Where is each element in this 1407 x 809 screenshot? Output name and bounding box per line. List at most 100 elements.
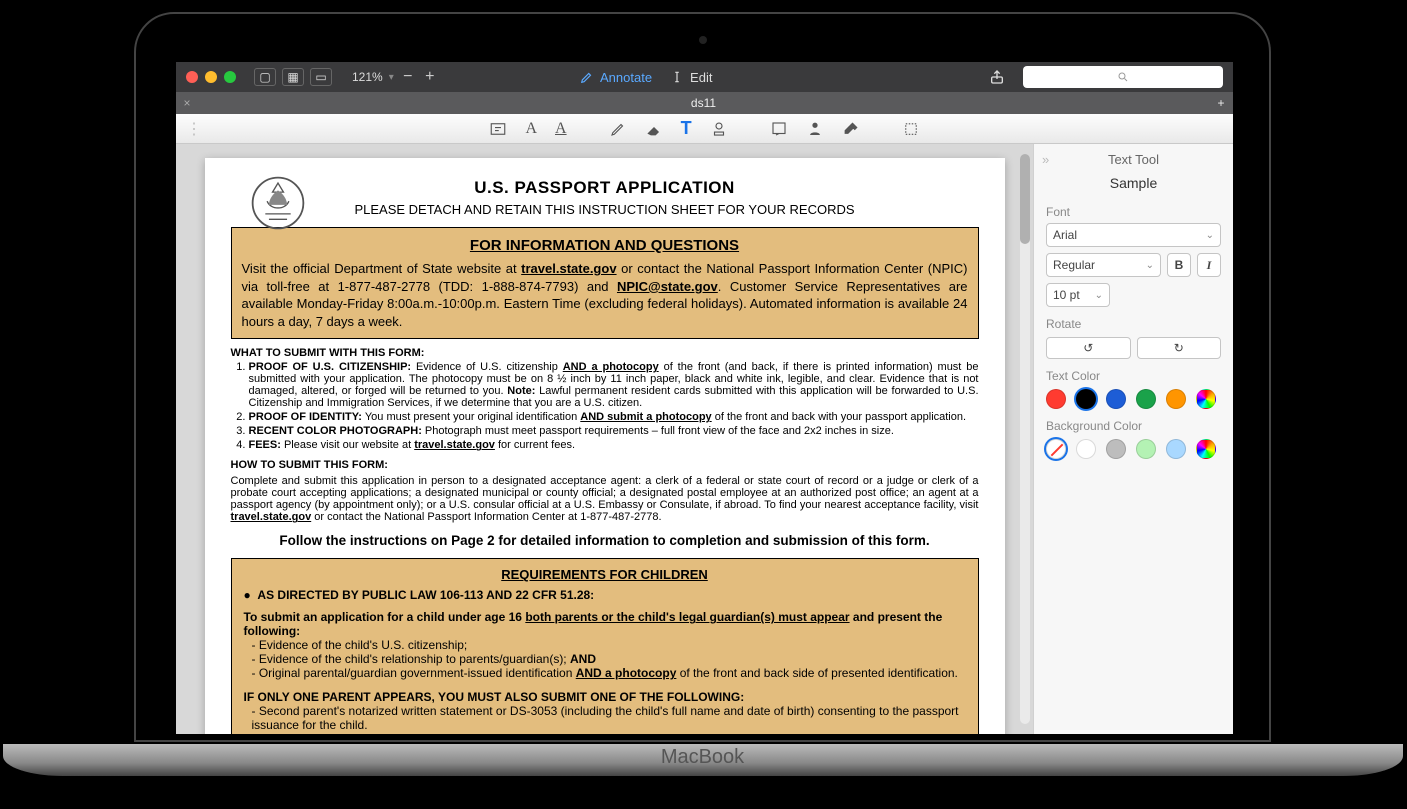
- font-size-select[interactable]: 10 pt ⌄: [1046, 283, 1110, 307]
- req-heading: REQUIREMENTS FOR CHILDREN: [244, 567, 966, 582]
- info-link: NPIC@state.gov: [617, 279, 718, 294]
- drag-handle-icon[interactable]: ⋮: [186, 119, 202, 139]
- doc-subtitle: PLEASE DETACH AND RETAIN THIS INSTRUCTIO…: [231, 202, 979, 217]
- zoom-level[interactable]: 121%: [352, 70, 383, 84]
- font-style-a-icon[interactable]: A: [525, 120, 537, 138]
- info-heading: FOR INFORMATION AND QUESTIONS: [242, 236, 968, 256]
- rotate-ccw-button[interactable]: ↺: [1046, 337, 1131, 359]
- search-input[interactable]: [1023, 66, 1223, 88]
- app-window: ▢ ▦ ▭ 121% ▾ − + Annotate: [176, 62, 1233, 734]
- rotate-label: Rotate: [1046, 317, 1221, 331]
- sample-preview: Sample: [1046, 175, 1221, 191]
- us-seal-icon: [249, 174, 307, 232]
- contact-sheet-icon[interactable]: ▭: [310, 68, 332, 86]
- zoom-window[interactable]: [224, 71, 236, 83]
- dropper-icon[interactable]: [842, 120, 860, 138]
- italic-button[interactable]: I: [1197, 253, 1221, 277]
- list-item: RECENT COLOR PHOTOGRAPH: Photograph must…: [249, 425, 979, 437]
- color-swatch[interactable]: [1136, 389, 1156, 409]
- text-box-icon[interactable]: [489, 120, 507, 138]
- zoom-controls: 121% ▾ − +: [352, 68, 438, 86]
- stamp-icon[interactable]: [710, 120, 728, 138]
- chevron-down-icon: ⌄: [1146, 260, 1154, 271]
- font-label: Font: [1046, 205, 1221, 219]
- font-style-select[interactable]: Regular ⌄: [1046, 253, 1161, 277]
- color-swatch[interactable]: [1196, 389, 1216, 409]
- info-text: Visit the official Department of State w…: [242, 261, 522, 276]
- doc-title: U.S. PASSPORT APPLICATION: [231, 178, 979, 198]
- color-swatch[interactable]: [1046, 389, 1066, 409]
- bold-button[interactable]: B: [1167, 253, 1191, 277]
- chevron-down-icon[interactable]: ▾: [389, 72, 394, 83]
- info-link: travel.state.gov: [521, 261, 616, 276]
- color-swatch[interactable]: [1136, 439, 1156, 459]
- note-icon[interactable]: [770, 120, 788, 138]
- text-tool-icon[interactable]: T: [681, 118, 692, 139]
- zoom-in-button[interactable]: +: [422, 68, 438, 86]
- color-swatch[interactable]: [1046, 439, 1066, 459]
- req-law: AS DIRECTED BY PUBLIC LAW 106-113 AND 22…: [257, 588, 594, 602]
- font-family-select[interactable]: Arial ⌄: [1046, 223, 1221, 247]
- thumbnails-icon[interactable]: ▦: [282, 68, 304, 86]
- titlebar: ▢ ▦ ▭ 121% ▾ − + Annotate: [176, 62, 1233, 92]
- list-item: PROOF OF U.S. CITIZENSHIP: Evidence of U…: [249, 361, 979, 409]
- annotate-label: Annotate: [600, 70, 652, 85]
- text-cursor-icon: [670, 70, 684, 84]
- follow-instructions: Follow the instructions on Page 2 for de…: [231, 533, 979, 548]
- collapse-panel-icon[interactable]: »: [1042, 152, 1049, 167]
- close-window[interactable]: [186, 71, 198, 83]
- requirements-box: REQUIREMENTS FOR CHILDREN ● AS DIRECTED …: [231, 558, 979, 734]
- rotate-cw-button[interactable]: ↻: [1137, 337, 1222, 359]
- text-color-label: Text Color: [1046, 369, 1221, 383]
- color-swatch[interactable]: [1106, 389, 1126, 409]
- window-controls: [186, 71, 236, 83]
- sidebar-toggle-icon[interactable]: ▢: [254, 68, 276, 86]
- color-swatch[interactable]: [1166, 439, 1186, 459]
- text-color-swatches: [1046, 389, 1221, 409]
- info-box: FOR INFORMATION AND QUESTIONS Visit the …: [231, 227, 979, 339]
- webcam: [699, 36, 707, 44]
- color-swatch[interactable]: [1106, 439, 1126, 459]
- pen-icon: [580, 70, 594, 84]
- color-swatch[interactable]: [1076, 439, 1096, 459]
- zoom-out-button[interactable]: −: [400, 68, 416, 86]
- font-style-a2-icon[interactable]: A: [555, 120, 567, 138]
- list-item: Evidence of the child's relationship to …: [252, 652, 966, 666]
- share-icon[interactable]: [989, 69, 1005, 85]
- how-body: Complete and submit this application in …: [231, 475, 979, 523]
- tab-name[interactable]: ds11: [198, 96, 1209, 110]
- one-parent-heading: IF ONLY ONE PARENT APPEARS, YOU MUST ALS…: [244, 690, 745, 704]
- scrollbar-thumb[interactable]: [1020, 154, 1030, 244]
- list-item: Second parent's notarized written statem…: [252, 704, 966, 732]
- chevron-down-icon: ⌄: [1206, 230, 1214, 241]
- color-swatch[interactable]: [1076, 389, 1096, 409]
- edit-label: Edit: [690, 70, 712, 85]
- list-item: FEES: Please visit our website at travel…: [249, 439, 979, 451]
- what-heading: WHAT TO SUBMIT WITH THIS FORM:: [231, 347, 979, 359]
- close-tab-icon[interactable]: ×: [176, 96, 198, 110]
- select-icon[interactable]: [902, 120, 920, 138]
- how-heading: HOW TO SUBMIT THIS FORM:: [231, 459, 979, 471]
- edit-mode-button[interactable]: Edit: [670, 70, 712, 85]
- minimize-window[interactable]: [205, 71, 217, 83]
- color-swatch[interactable]: [1166, 389, 1186, 409]
- laptop-base: MacBook: [3, 744, 1403, 776]
- annotate-mode-button[interactable]: Annotate: [580, 70, 652, 85]
- color-swatch[interactable]: [1196, 439, 1216, 459]
- bg-color-label: Background Color: [1046, 419, 1221, 433]
- font-family-value: Arial: [1053, 228, 1077, 242]
- bg-color-swatches: [1046, 439, 1221, 459]
- list-item: PROOF OF IDENTITY: You must present your…: [249, 411, 979, 423]
- eraser-icon[interactable]: [645, 120, 663, 138]
- document-viewport[interactable]: U.S. PASSPORT APPLICATION PLEASE DETACH …: [176, 144, 1033, 734]
- list-item: Evidence of the child's U.S. citizenship…: [252, 638, 966, 652]
- font-size-value: 10 pt: [1053, 288, 1080, 302]
- tabbar: × ds11 +: [176, 92, 1233, 114]
- pdf-page: U.S. PASSPORT APPLICATION PLEASE DETACH …: [205, 158, 1005, 734]
- signature-icon[interactable]: [806, 120, 824, 138]
- chevron-down-icon: ⌄: [1095, 290, 1103, 301]
- what-list: PROOF OF U.S. CITIZENSHIP: Evidence of U…: [231, 361, 979, 451]
- new-tab-button[interactable]: +: [1209, 96, 1233, 110]
- pencil-icon[interactable]: [609, 120, 627, 138]
- search-icon: [1117, 71, 1129, 83]
